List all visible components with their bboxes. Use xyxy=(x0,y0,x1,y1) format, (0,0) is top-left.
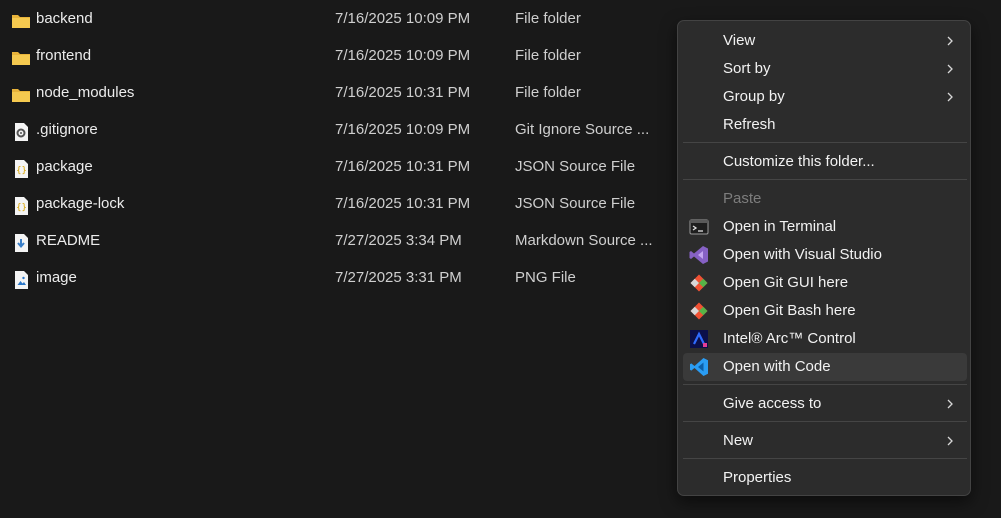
file-row-readme[interactable]: README 7/27/2025 3:34 PM Markdown Source… xyxy=(0,222,676,259)
file-row-image[interactable]: image 7/27/2025 3:31 PM PNG File xyxy=(0,259,676,296)
file-row-package-lock[interactable]: {} package-lock 7/16/2025 10:31 PM JSON … xyxy=(0,185,676,222)
context-menu: View Sort by Group by Refresh Customize … xyxy=(677,20,971,496)
menu-item-label: New xyxy=(723,432,754,449)
file-name: README xyxy=(36,232,101,249)
menu-item-open-terminal[interactable]: Open in Terminal xyxy=(683,213,967,241)
json-file-icon: {} xyxy=(11,156,31,178)
svg-text:{}: {} xyxy=(16,203,27,213)
file-date: 7/16/2025 10:31 PM xyxy=(335,158,471,175)
menu-separator xyxy=(683,421,967,422)
menu-item-new[interactable]: New xyxy=(683,427,967,455)
menu-item-intel-arc-control[interactable]: Intel® Arc™ Control xyxy=(683,325,967,353)
file-name: backend xyxy=(36,10,93,27)
chevron-right-icon xyxy=(945,83,955,111)
file-row-node-modules[interactable]: node_modules 7/16/2025 10:31 PM File fol… xyxy=(0,74,676,111)
file-row-backend[interactable]: backend 7/16/2025 10:09 PM File folder xyxy=(0,0,676,37)
visual-studio-icon xyxy=(689,245,709,265)
menu-item-label: Intel® Arc™ Control xyxy=(723,330,856,347)
menu-item-group-by[interactable]: Group by xyxy=(683,83,967,111)
file-type: JSON Source File xyxy=(515,158,636,175)
menu-separator xyxy=(683,384,967,385)
json-file-icon: {} xyxy=(11,193,31,215)
menu-item-label: Open Git Bash here xyxy=(723,302,856,319)
menu-item-label: Sort by xyxy=(723,60,771,77)
file-name: frontend xyxy=(36,47,92,64)
file-date: 7/27/2025 3:34 PM xyxy=(335,232,462,249)
file-type: Git Ignore Source ... xyxy=(515,121,650,138)
file-type: File folder xyxy=(515,47,581,64)
file-row-package[interactable]: {} package 7/16/2025 10:31 PM JSON Sourc… xyxy=(0,148,676,185)
menu-separator xyxy=(683,179,967,180)
menu-item-git-bash[interactable]: Open Git Bash here xyxy=(683,297,967,325)
file-date: 7/16/2025 10:31 PM xyxy=(335,195,471,212)
file-name: package xyxy=(36,158,93,175)
folder-icon xyxy=(11,82,31,102)
file-type: PNG File xyxy=(515,269,576,286)
menu-item-label: Give access to xyxy=(723,395,822,412)
menu-item-label: Open in Terminal xyxy=(723,218,837,235)
menu-item-properties[interactable]: Properties xyxy=(683,464,967,492)
menu-item-label: Group by xyxy=(723,88,785,105)
menu-item-label: Refresh xyxy=(723,116,776,133)
file-name: image xyxy=(36,269,77,286)
file-type: File folder xyxy=(515,84,581,101)
menu-item-give-access[interactable]: Give access to xyxy=(683,390,967,418)
file-date: 7/16/2025 10:09 PM xyxy=(335,121,471,138)
git-gui-icon xyxy=(689,273,709,293)
file-type: File folder xyxy=(515,10,581,27)
menu-item-label: Open with Code xyxy=(723,358,831,375)
menu-item-view[interactable]: View xyxy=(683,27,967,55)
menu-item-label: Open with Visual Studio xyxy=(723,246,882,263)
intel-arc-icon xyxy=(689,329,709,349)
file-name: .gitignore xyxy=(36,121,98,138)
chevron-right-icon xyxy=(945,427,955,455)
image-file-icon xyxy=(11,267,31,289)
menu-item-git-gui[interactable]: Open Git GUI here xyxy=(683,269,967,297)
menu-item-label: Properties xyxy=(723,469,792,486)
folder-icon xyxy=(11,8,31,28)
markdown-file-icon xyxy=(11,230,31,252)
file-name: package-lock xyxy=(36,195,125,212)
file-date: 7/27/2025 3:31 PM xyxy=(335,269,462,286)
menu-item-sort-by[interactable]: Sort by xyxy=(683,55,967,83)
menu-item-open-with-code[interactable]: Open with Code xyxy=(683,353,967,381)
file-date: 7/16/2025 10:09 PM xyxy=(335,10,471,27)
folder-icon xyxy=(11,45,31,65)
menu-separator xyxy=(683,142,967,143)
menu-separator xyxy=(683,458,967,459)
chevron-right-icon xyxy=(945,55,955,83)
terminal-icon xyxy=(689,217,709,237)
menu-item-label: Paste xyxy=(723,190,762,207)
file-type: Markdown Source ... xyxy=(515,232,653,249)
menu-item-refresh[interactable]: Refresh xyxy=(683,111,967,139)
chevron-right-icon xyxy=(945,390,955,418)
menu-item-open-visual-studio[interactable]: Open with Visual Studio xyxy=(683,241,967,269)
vscode-icon xyxy=(689,357,709,377)
file-name: node_modules xyxy=(36,84,135,101)
file-row-frontend[interactable]: frontend 7/16/2025 10:09 PM File folder xyxy=(0,37,676,74)
file-row-gitignore[interactable]: .gitignore 7/16/2025 10:09 PM Git Ignore… xyxy=(0,111,676,148)
menu-item-customize-folder[interactable]: Customize this folder... xyxy=(683,148,967,176)
chevron-right-icon xyxy=(945,27,955,55)
git-bash-icon xyxy=(689,301,709,321)
settings-file-icon xyxy=(11,119,31,141)
menu-item-label: Customize this folder... xyxy=(723,153,875,170)
file-date: 7/16/2025 10:31 PM xyxy=(335,84,471,101)
svg-text:{}: {} xyxy=(16,166,27,176)
file-date: 7/16/2025 10:09 PM xyxy=(335,47,471,64)
menu-item-label: View xyxy=(723,32,756,49)
menu-item-label: Open Git GUI here xyxy=(723,274,849,291)
file-type: JSON Source File xyxy=(515,195,636,212)
menu-item-paste: Paste xyxy=(683,185,967,213)
